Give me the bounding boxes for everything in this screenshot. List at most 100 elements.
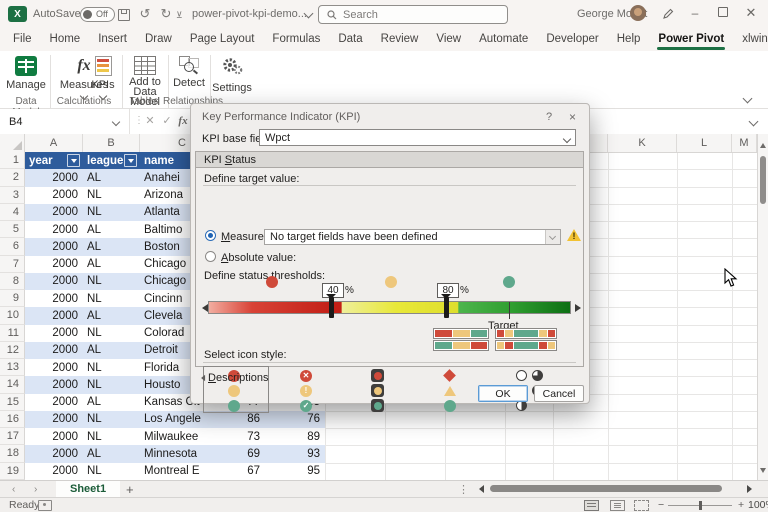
tab-xlwings[interactable]: xlwings — [733, 30, 768, 50]
row-header-17[interactable]: 17 — [0, 428, 25, 445]
table-cell[interactable]: Minnesota — [140, 445, 225, 462]
prev-sheet-icon[interactable]: ‹ — [12, 484, 15, 495]
table-cell[interactable]: 73 — [225, 428, 265, 445]
icon-set-4-circle-green[interactable] — [444, 400, 456, 412]
icon-set-5-pie-three-quarter[interactable] — [532, 370, 543, 381]
table-cell[interactable]: 76 — [265, 411, 325, 428]
manage-button[interactable]: Manage — [6, 56, 46, 91]
tab-formulas[interactable]: Formulas — [263, 30, 329, 50]
redo-icon[interactable]: ↻ — [158, 6, 174, 22]
icon-set-4-triangle-yellow[interactable] — [444, 386, 456, 396]
base-field-select[interactable]: Wpct — [259, 129, 576, 146]
collapse-ribbon-icon[interactable] — [743, 94, 753, 104]
threshold-pattern-1[interactable] — [433, 328, 489, 339]
search-input[interactable]: Search — [318, 5, 508, 24]
table-header-league[interactable]: league — [83, 152, 140, 169]
zoom-level[interactable]: 100% — [748, 499, 768, 511]
table-cell[interactable]: 2000 — [25, 256, 83, 273]
table-cell[interactable]: 86 — [225, 411, 265, 428]
table-cell[interactable]: 69 — [225, 445, 265, 462]
table-cell[interactable]: AL — [83, 342, 140, 359]
document-title[interactable]: power-pivot-kpi-demo... — [192, 8, 307, 20]
table-cell[interactable]: 2000 — [25, 463, 83, 480]
row-header-3[interactable]: 3 — [0, 187, 25, 204]
table-cell[interactable]: NL — [83, 376, 140, 393]
threshold-pattern-2[interactable] — [495, 328, 557, 339]
table-cell[interactable]: 2000 — [25, 411, 83, 428]
descriptions-expander[interactable]: Descriptions — [197, 372, 269, 384]
table-cell[interactable]: 2000 — [25, 445, 83, 462]
row-header-15[interactable]: 15 — [0, 394, 25, 411]
icon-set-3-trafficlight-yellow[interactable] — [371, 384, 384, 397]
zoom-in-icon[interactable]: + — [738, 499, 744, 511]
kpis-button[interactable]: KPIs — [84, 56, 122, 99]
tab-developer[interactable]: Developer — [537, 30, 607, 50]
table-cell[interactable]: 2000 — [25, 169, 83, 186]
row-header-2[interactable]: 2 — [0, 169, 25, 186]
accessibility-checker-icon[interactable] — [38, 500, 52, 511]
table-cell[interactable]: AL — [83, 394, 140, 411]
table-cell[interactable]: NL — [83, 428, 140, 445]
table-cell[interactable]: 2000 — [25, 359, 83, 376]
table-cell[interactable]: 2000 — [25, 273, 83, 290]
row-header-9[interactable]: 9 — [0, 290, 25, 307]
table-cell[interactable]: NL — [83, 325, 140, 342]
page-break-view-button[interactable] — [634, 500, 649, 511]
icon-set-1-circle-green[interactable] — [228, 400, 240, 412]
table-cell[interactable]: AL — [83, 221, 140, 238]
vertical-scroll-thumb[interactable] — [760, 156, 766, 204]
table-cell[interactable]: 2000 — [25, 187, 83, 204]
page-layout-view-button[interactable] — [610, 500, 625, 511]
absolute-value-radio[interactable] — [205, 251, 216, 262]
table-cell[interactable]: AL — [83, 238, 140, 255]
avatar[interactable] — [630, 5, 646, 21]
close-button[interactable]: ✕ — [742, 4, 760, 22]
table-cell[interactable]: 95 — [265, 463, 325, 480]
row-header-11[interactable]: 11 — [0, 325, 25, 342]
row-header-7[interactable]: 7 — [0, 256, 25, 273]
table-cell[interactable]: 67 — [225, 463, 265, 480]
column-header-M[interactable]: M — [732, 134, 757, 152]
select-all-corner[interactable] — [0, 134, 25, 152]
minimize-button[interactable]: – — [686, 4, 704, 22]
confirm-entry-icon[interactable]: ✓ — [160, 114, 174, 128]
scroll-down-icon[interactable] — [760, 468, 766, 476]
row-header-1[interactable]: 1 — [0, 152, 25, 169]
table-cell[interactable]: Los Angele — [140, 411, 225, 428]
tab-help[interactable]: Help — [608, 30, 650, 50]
row-header-16[interactable]: 16 — [0, 411, 25, 428]
icon-set-2-symbol-red[interactable]: ✕ — [300, 370, 312, 382]
tab-insert[interactable]: Insert — [89, 30, 136, 50]
table-cell[interactable]: AL — [83, 307, 140, 324]
row-header-18[interactable]: 18 — [0, 445, 25, 462]
filter-icon[interactable] — [124, 154, 137, 167]
column-header-A[interactable]: A — [25, 134, 83, 152]
insert-function-icon[interactable]: fx — [176, 114, 190, 128]
scroll-right-icon[interactable] — [747, 485, 756, 493]
row-header-5[interactable]: 5 — [0, 221, 25, 238]
vertical-scrollbar[interactable] — [757, 134, 768, 480]
detect-button[interactable]: Detect — [170, 56, 208, 89]
tab-page-layout[interactable]: Page Layout — [181, 30, 264, 50]
table-cell[interactable]: 2000 — [25, 204, 83, 221]
row-header-13[interactable]: 13 — [0, 359, 25, 376]
row-header-6[interactable]: 6 — [0, 238, 25, 255]
table-cell[interactable]: NL — [83, 411, 140, 428]
table-cell[interactable]: AL — [83, 169, 140, 186]
excel-app-icon[interactable]: X — [8, 6, 27, 22]
scrollbar-grip-icon[interactable]: ⋮ — [458, 483, 469, 496]
row-header-12[interactable]: 12 — [0, 342, 25, 359]
filter-icon[interactable] — [67, 154, 80, 167]
tab-view[interactable]: View — [427, 30, 470, 50]
formula-bar-expand-icon[interactable] — [749, 117, 759, 127]
table-cell[interactable]: 2000 — [25, 376, 83, 393]
table-cell[interactable]: 2000 — [25, 238, 83, 255]
table-cell[interactable]: NL — [83, 187, 140, 204]
column-header-L[interactable]: L — [677, 134, 732, 152]
threshold-pattern-3[interactable] — [433, 340, 489, 351]
pen-icon[interactable] — [662, 8, 674, 20]
cancel-button[interactable]: Cancel — [534, 385, 584, 402]
table-cell[interactable]: NL — [83, 463, 140, 480]
table-cell[interactable]: 2000 — [25, 307, 83, 324]
row-header-10[interactable]: 10 — [0, 307, 25, 324]
